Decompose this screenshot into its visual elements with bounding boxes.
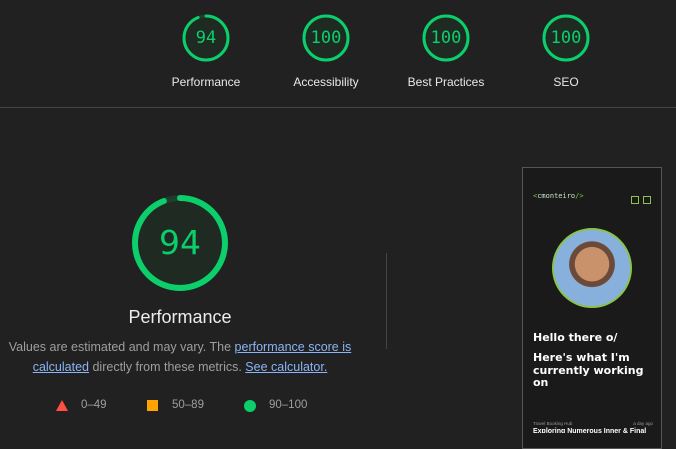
gauge-label: Accessibility xyxy=(293,75,359,89)
calculator-link[interactable]: See calculator. xyxy=(245,360,327,374)
gauge-accessibility[interactable]: 100 Accessibility xyxy=(266,14,386,89)
post-tag: Travel Booking Hub xyxy=(533,421,573,426)
triangle-icon xyxy=(56,400,68,411)
avatar xyxy=(552,228,632,308)
site-logo: <cmonteiro/> xyxy=(533,192,584,200)
legend-range: 50–89 xyxy=(172,399,204,411)
gauge-ring: 100 xyxy=(542,14,590,62)
gauge-score: 100 xyxy=(430,28,462,48)
gauge-label: Performance xyxy=(171,75,241,89)
desc-text: directly from these metrics. xyxy=(89,360,246,374)
square-icon xyxy=(147,400,158,411)
score-summary: 94 Performance 100 Accessibility 100 Bes… xyxy=(0,0,676,108)
linkedin-icon xyxy=(631,196,639,204)
desc-text: Values are estimated and may vary. The xyxy=(8,340,235,354)
github-icon xyxy=(643,196,651,204)
gauge-score: 100 xyxy=(550,28,582,48)
gauge-score: 100 xyxy=(310,28,342,48)
gauge-ring: 94 xyxy=(182,14,230,62)
post-time: a day ago xyxy=(633,421,653,426)
legend-range: 90–100 xyxy=(269,399,308,411)
page-screenshot[interactable]: <cmonteiro/> Hello there o/ Here's what … xyxy=(522,167,662,449)
gauge-seo[interactable]: 100 SEO xyxy=(506,14,626,89)
gauge-ring: 100 xyxy=(302,14,350,62)
greeting: Hello there o/ xyxy=(533,331,618,344)
performance-title: Performance xyxy=(128,307,232,327)
performance-gauge: 94 xyxy=(130,193,230,293)
gauge-ring: 100 xyxy=(422,14,470,62)
divider xyxy=(386,253,387,349)
legend-range: 0–49 xyxy=(81,399,107,411)
gauge-label: SEO xyxy=(553,75,579,89)
post-title: Exploring Numerous Inner & Final xyxy=(533,428,647,433)
gauge-score: 94 xyxy=(195,28,217,48)
working-heading: Here's what I'm currently working on xyxy=(533,351,644,389)
circle-icon xyxy=(244,400,256,412)
gauge-label: Best Practices xyxy=(407,75,485,89)
social-icons xyxy=(627,191,651,209)
performance-description: Values are estimated and may vary. The p… xyxy=(0,337,360,377)
performance-score: 94 xyxy=(159,223,201,262)
gauge-best-practices[interactable]: 100 Best Practices xyxy=(386,14,506,89)
gauge-performance[interactable]: 94 Performance xyxy=(146,14,266,89)
